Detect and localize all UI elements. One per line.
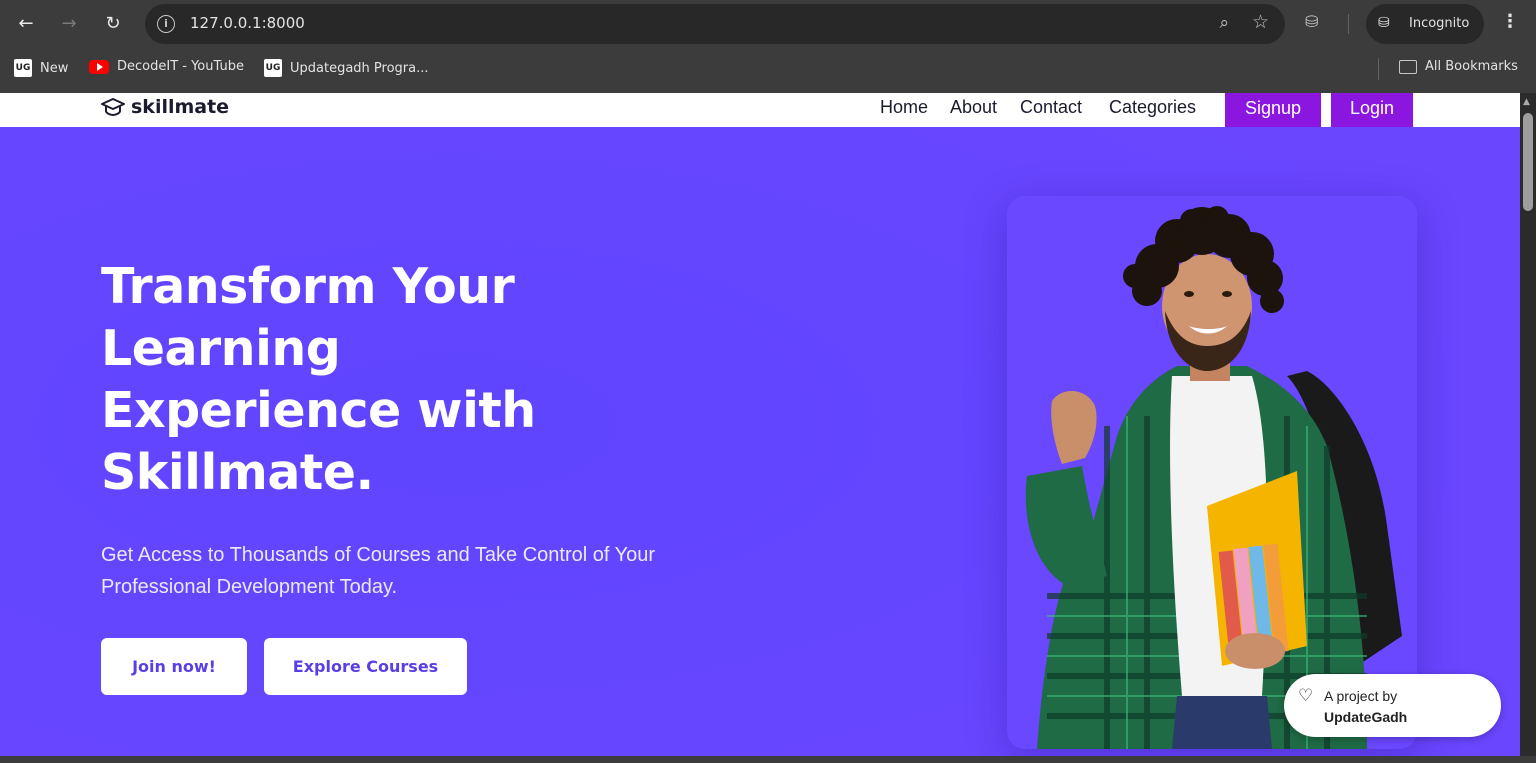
logo-text: skillmate [131,96,230,118]
browser-bottom-edge [0,756,1536,763]
bookmark-label: New [40,60,69,76]
hero-title: Transform Your Learning Experience with … [101,258,536,501]
scroll-up-icon[interactable]: ▲ [1523,97,1530,107]
explore-courses-button[interactable]: Explore Courses [264,638,467,695]
back-icon[interactable]: ← [14,12,38,36]
folder-icon [1399,59,1417,74]
browser-menu-icon[interactable]: ⋮ [1500,11,1520,32]
hero-image-card [1007,196,1417,749]
incognito-label: Incognito [1409,16,1470,31]
bookmark-item[interactable]: DecodeIT - YouTube [89,59,244,74]
bookmark-item[interactable]: UG Updategadh Progra... [264,59,429,77]
login-button[interactable]: Login [1331,93,1413,127]
signup-button[interactable]: Signup [1225,93,1321,127]
reload-icon[interactable]: ↻ [101,12,125,36]
incognito-badge[interactable]: ⛁ Incognito [1366,4,1484,44]
url-text[interactable]: 127.0.0.1:8000 [190,14,305,32]
all-bookmarks-button[interactable]: All Bookmarks [1399,59,1518,74]
browser-toolbar: ← → ↻ i 127.0.0.1:8000 ⌕ ☆ ⛁ ⛁ Incognito… [0,0,1536,48]
bookmarks-divider [1378,58,1379,80]
address-bar[interactable]: i 127.0.0.1:8000 ⌕ ☆ [145,4,1285,44]
join-now-button[interactable]: Join now! [101,638,247,695]
all-bookmarks-label: All Bookmarks [1425,59,1518,74]
site-info-icon[interactable]: i [157,15,175,33]
graduation-cap-icon [101,98,125,117]
updategadh-icon: UG [264,59,282,77]
page-viewport: skillmate Home About Contact Categories … [0,93,1520,756]
incognito-extension-icon[interactable]: ⛁ [1305,12,1318,31]
project-credit-badge[interactable]: ♡ A project by UpdateGadh [1284,674,1501,737]
nav-categories-link[interactable]: Categories [1109,97,1196,118]
youtube-icon [89,59,109,74]
heart-icon: ♡ [1298,686,1314,706]
bookmark-item[interactable]: UG New [14,59,68,77]
credit-line-2: UpdateGadh [1324,709,1408,725]
nav-contact-link[interactable]: Contact [1020,97,1082,118]
toolbar-divider [1348,14,1349,34]
incognito-icon: ⛁ [1378,15,1390,31]
updategadh-icon: UG [14,59,32,77]
bookmark-label: Updategadh Progra... [290,60,429,76]
zoom-icon[interactable]: ⌕ [1219,13,1229,33]
forward-icon[interactable]: → [57,12,81,36]
nav-home-link[interactable]: Home [880,97,928,118]
bookmark-label: DecodeIT - YouTube [117,59,244,74]
scrollbar-thumb[interactable] [1523,113,1533,211]
site-header: skillmate Home About Contact Categories … [0,93,1520,127]
student-photo [1025,206,1402,749]
bookmark-star-icon[interactable]: ☆ [1252,11,1269,33]
credit-line-1: A project by [1324,688,1398,704]
nav-about-link[interactable]: About [950,97,997,118]
site-logo[interactable]: skillmate [101,96,229,118]
page-scrollbar[interactable]: ▲ [1520,93,1536,756]
hero-subtitle: Get Access to Thousands of Courses and T… [101,544,656,598]
bookmarks-bar: UG New DecodeIT - YouTube UG Updategadh … [0,48,1536,93]
